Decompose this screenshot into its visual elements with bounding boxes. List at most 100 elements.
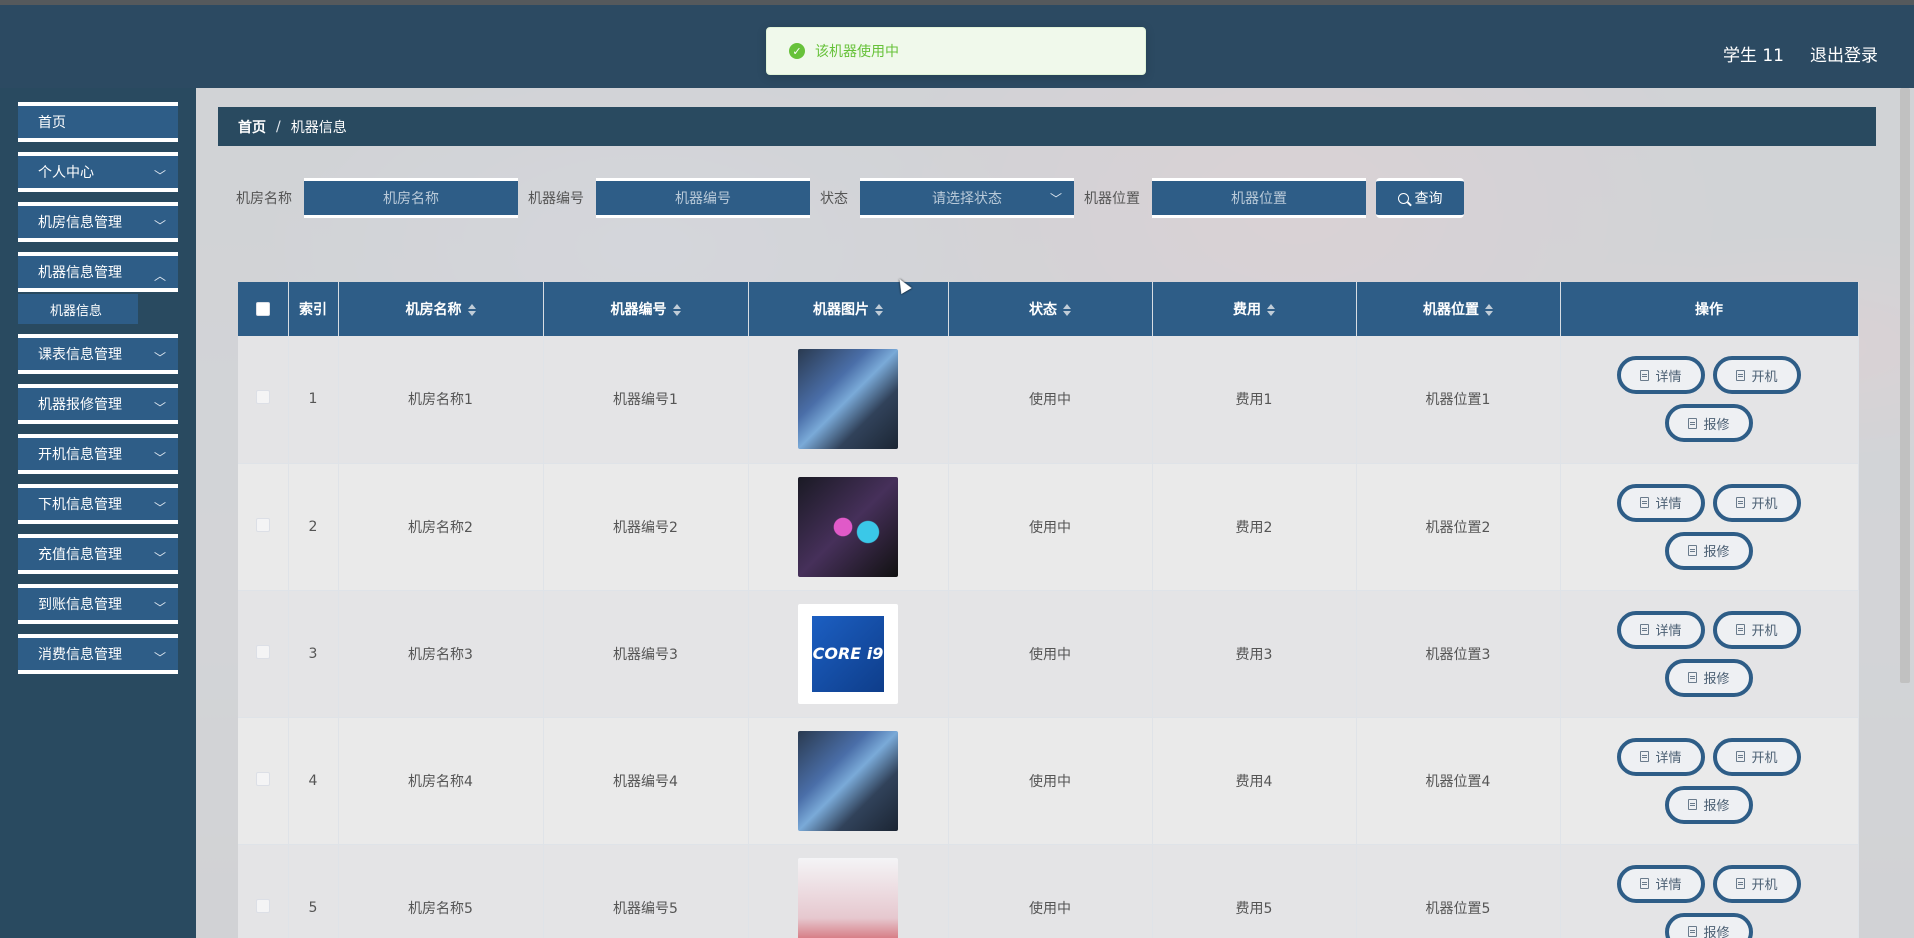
- cell-ops: 详情 开机 报修: [1560, 336, 1859, 464]
- repair-button[interactable]: 报修: [1665, 658, 1753, 697]
- header-location[interactable]: 机器位置: [1356, 282, 1561, 336]
- boot-button-label: 开机: [1751, 369, 1778, 385]
- sidebar-item-home[interactable]: 首页: [18, 102, 178, 142]
- table-row: 1 机房名称1 机器编号1 使用中 费用1 机器位置1 详情 开机 报修: [238, 336, 1859, 464]
- sidebar-item-schedule-management[interactable]: 课表信息管理 ﹀: [18, 334, 178, 374]
- boot-button[interactable]: 开机: [1713, 864, 1801, 903]
- table-row: 3 机房名称3 机器编号3 CORE i9 使用中 费用3 机器位置3 详情 开…: [238, 590, 1859, 718]
- sidebar-item-personal-center[interactable]: 个人中心 ﹀: [18, 152, 178, 192]
- row-select-cell: [238, 717, 289, 845]
- detail-button-label: 详情: [1655, 369, 1682, 385]
- detail-button[interactable]: 详情: [1617, 610, 1705, 649]
- cell-ops: 详情 开机 报修: [1560, 463, 1859, 591]
- header-code[interactable]: 机器编号: [543, 282, 749, 336]
- breadcrumb: 首页 / 机器信息: [218, 107, 1876, 146]
- machine-code-input[interactable]: 机器编号: [596, 178, 810, 218]
- status-select[interactable]: 请选择状态 ﹀: [860, 178, 1074, 218]
- repair-button-label: 报修: [1703, 799, 1730, 814]
- boot-button[interactable]: 开机: [1713, 356, 1801, 395]
- header-room-label: 机房名称: [405, 302, 462, 318]
- sidebar-item-recharge-management[interactable]: 充值信息管理 ﹀: [18, 534, 178, 574]
- sidebar-item-label: 消费信息管理: [38, 647, 122, 663]
- header-ops: 操作: [1560, 282, 1859, 336]
- document-icon: [1688, 799, 1698, 810]
- detail-button[interactable]: 详情: [1617, 864, 1705, 903]
- machine-image[interactable]: CORE i9: [798, 603, 898, 704]
- row-checkbox[interactable]: [255, 771, 270, 786]
- cell-room: 机房名称5: [338, 844, 544, 938]
- machine-location-input[interactable]: 机器位置: [1152, 178, 1366, 218]
- breadcrumb-separator: /: [276, 118, 281, 135]
- row-select-cell: [238, 463, 289, 591]
- header-room[interactable]: 机房名称: [338, 282, 544, 336]
- machine-image[interactable]: [798, 349, 898, 450]
- cpu-box-text: CORE i9: [812, 615, 884, 692]
- sort-icon[interactable]: [1063, 304, 1071, 316]
- repair-button[interactable]: 报修: [1665, 404, 1753, 443]
- repair-button[interactable]: 报修: [1665, 785, 1753, 824]
- boot-button[interactable]: 开机: [1713, 610, 1801, 649]
- document-icon: [1640, 497, 1650, 508]
- cell-room: 机房名称4: [338, 717, 544, 845]
- row-checkbox[interactable]: [255, 390, 270, 405]
- toast-message: ✓ 该机器使用中: [766, 27, 1146, 75]
- row-checkbox[interactable]: [255, 517, 270, 532]
- row-checkbox[interactable]: [255, 898, 270, 913]
- cell-code: 机器编号3: [543, 590, 749, 718]
- machine-image[interactable]: [798, 857, 898, 938]
- vertical-scrollbar[interactable]: [1900, 88, 1910, 683]
- sidebar-subitem-label: 机器信息: [50, 303, 103, 319]
- sidebar-item-label: 机器信息管理: [38, 265, 122, 281]
- sidebar-item-boot-management[interactable]: 开机信息管理 ﹀: [18, 434, 178, 474]
- sidebar-item-label: 机房信息管理: [38, 215, 122, 231]
- sidebar-item-consumption-management[interactable]: 消费信息管理 ﹀: [18, 634, 178, 674]
- header-image[interactable]: 机器图片: [748, 282, 949, 336]
- machine-image[interactable]: [798, 476, 898, 577]
- machine-image[interactable]: [798, 730, 898, 831]
- cell-status: 使用中: [948, 717, 1153, 845]
- sort-icon[interactable]: [672, 304, 681, 316]
- repair-button[interactable]: 报修: [1665, 912, 1753, 938]
- search-button[interactable]: 查询: [1376, 178, 1464, 218]
- sidebar-item-label: 开机信息管理: [38, 447, 122, 463]
- sidebar-item-repair-management[interactable]: 机器报修管理 ﹀: [18, 384, 178, 424]
- boot-button[interactable]: 开机: [1713, 483, 1801, 522]
- cell-image: [748, 336, 949, 464]
- document-icon: [1736, 497, 1746, 508]
- sort-icon[interactable]: [467, 304, 476, 316]
- cell-location: 机器位置4: [1356, 717, 1561, 845]
- sidebar-item-room-management[interactable]: 机房信息管理 ﹀: [18, 202, 178, 242]
- sidebar-item-shutdown-management[interactable]: 下机信息管理 ﹀: [18, 484, 178, 524]
- chevron-down-icon: ﹀: [1049, 192, 1062, 206]
- select-all-checkbox[interactable]: [255, 302, 270, 316]
- sidebar-item-label: 首页: [38, 115, 66, 131]
- header-status[interactable]: 状态: [948, 282, 1153, 336]
- sidebar-item-machine-management[interactable]: 机器信息管理 ︿: [18, 252, 178, 292]
- header-select-all[interactable]: [238, 282, 289, 336]
- chevron-up-icon: ︿: [153, 269, 166, 283]
- breadcrumb-home[interactable]: 首页: [238, 117, 266, 137]
- logout-link[interactable]: 退出登录: [1810, 41, 1878, 66]
- sort-icon[interactable]: [1485, 304, 1493, 316]
- sidebar-item-arrival-management[interactable]: 到账信息管理 ﹀: [18, 584, 178, 624]
- row-checkbox[interactable]: [255, 644, 270, 659]
- machine-table: 索引 机房名称 机器编号 机器图片 状态 费用 机器位置 操作 1 机房名称1 …: [238, 282, 1859, 938]
- repair-button[interactable]: 报修: [1665, 531, 1753, 570]
- sort-icon[interactable]: [875, 304, 883, 316]
- boot-button-label: 开机: [1751, 878, 1778, 893]
- document-icon: [1688, 672, 1698, 683]
- detail-button[interactable]: 详情: [1617, 483, 1705, 522]
- sort-icon[interactable]: [1267, 304, 1275, 316]
- cell-index: 2: [288, 463, 339, 591]
- repair-button-label: 报修: [1703, 672, 1730, 687]
- boot-button[interactable]: 开机: [1713, 737, 1801, 776]
- header-code-label: 机器编号: [610, 302, 667, 318]
- header-fee[interactable]: 费用: [1152, 282, 1357, 336]
- sidebar-subitem-machine-info[interactable]: 机器信息: [18, 294, 138, 324]
- cell-ops: 详情 开机 报修: [1560, 717, 1859, 845]
- detail-button[interactable]: 详情: [1617, 356, 1705, 395]
- success-check-icon: ✓: [789, 43, 805, 59]
- cell-index: 4: [288, 717, 339, 845]
- detail-button[interactable]: 详情: [1617, 737, 1705, 776]
- room-name-input[interactable]: 机房名称: [304, 178, 518, 218]
